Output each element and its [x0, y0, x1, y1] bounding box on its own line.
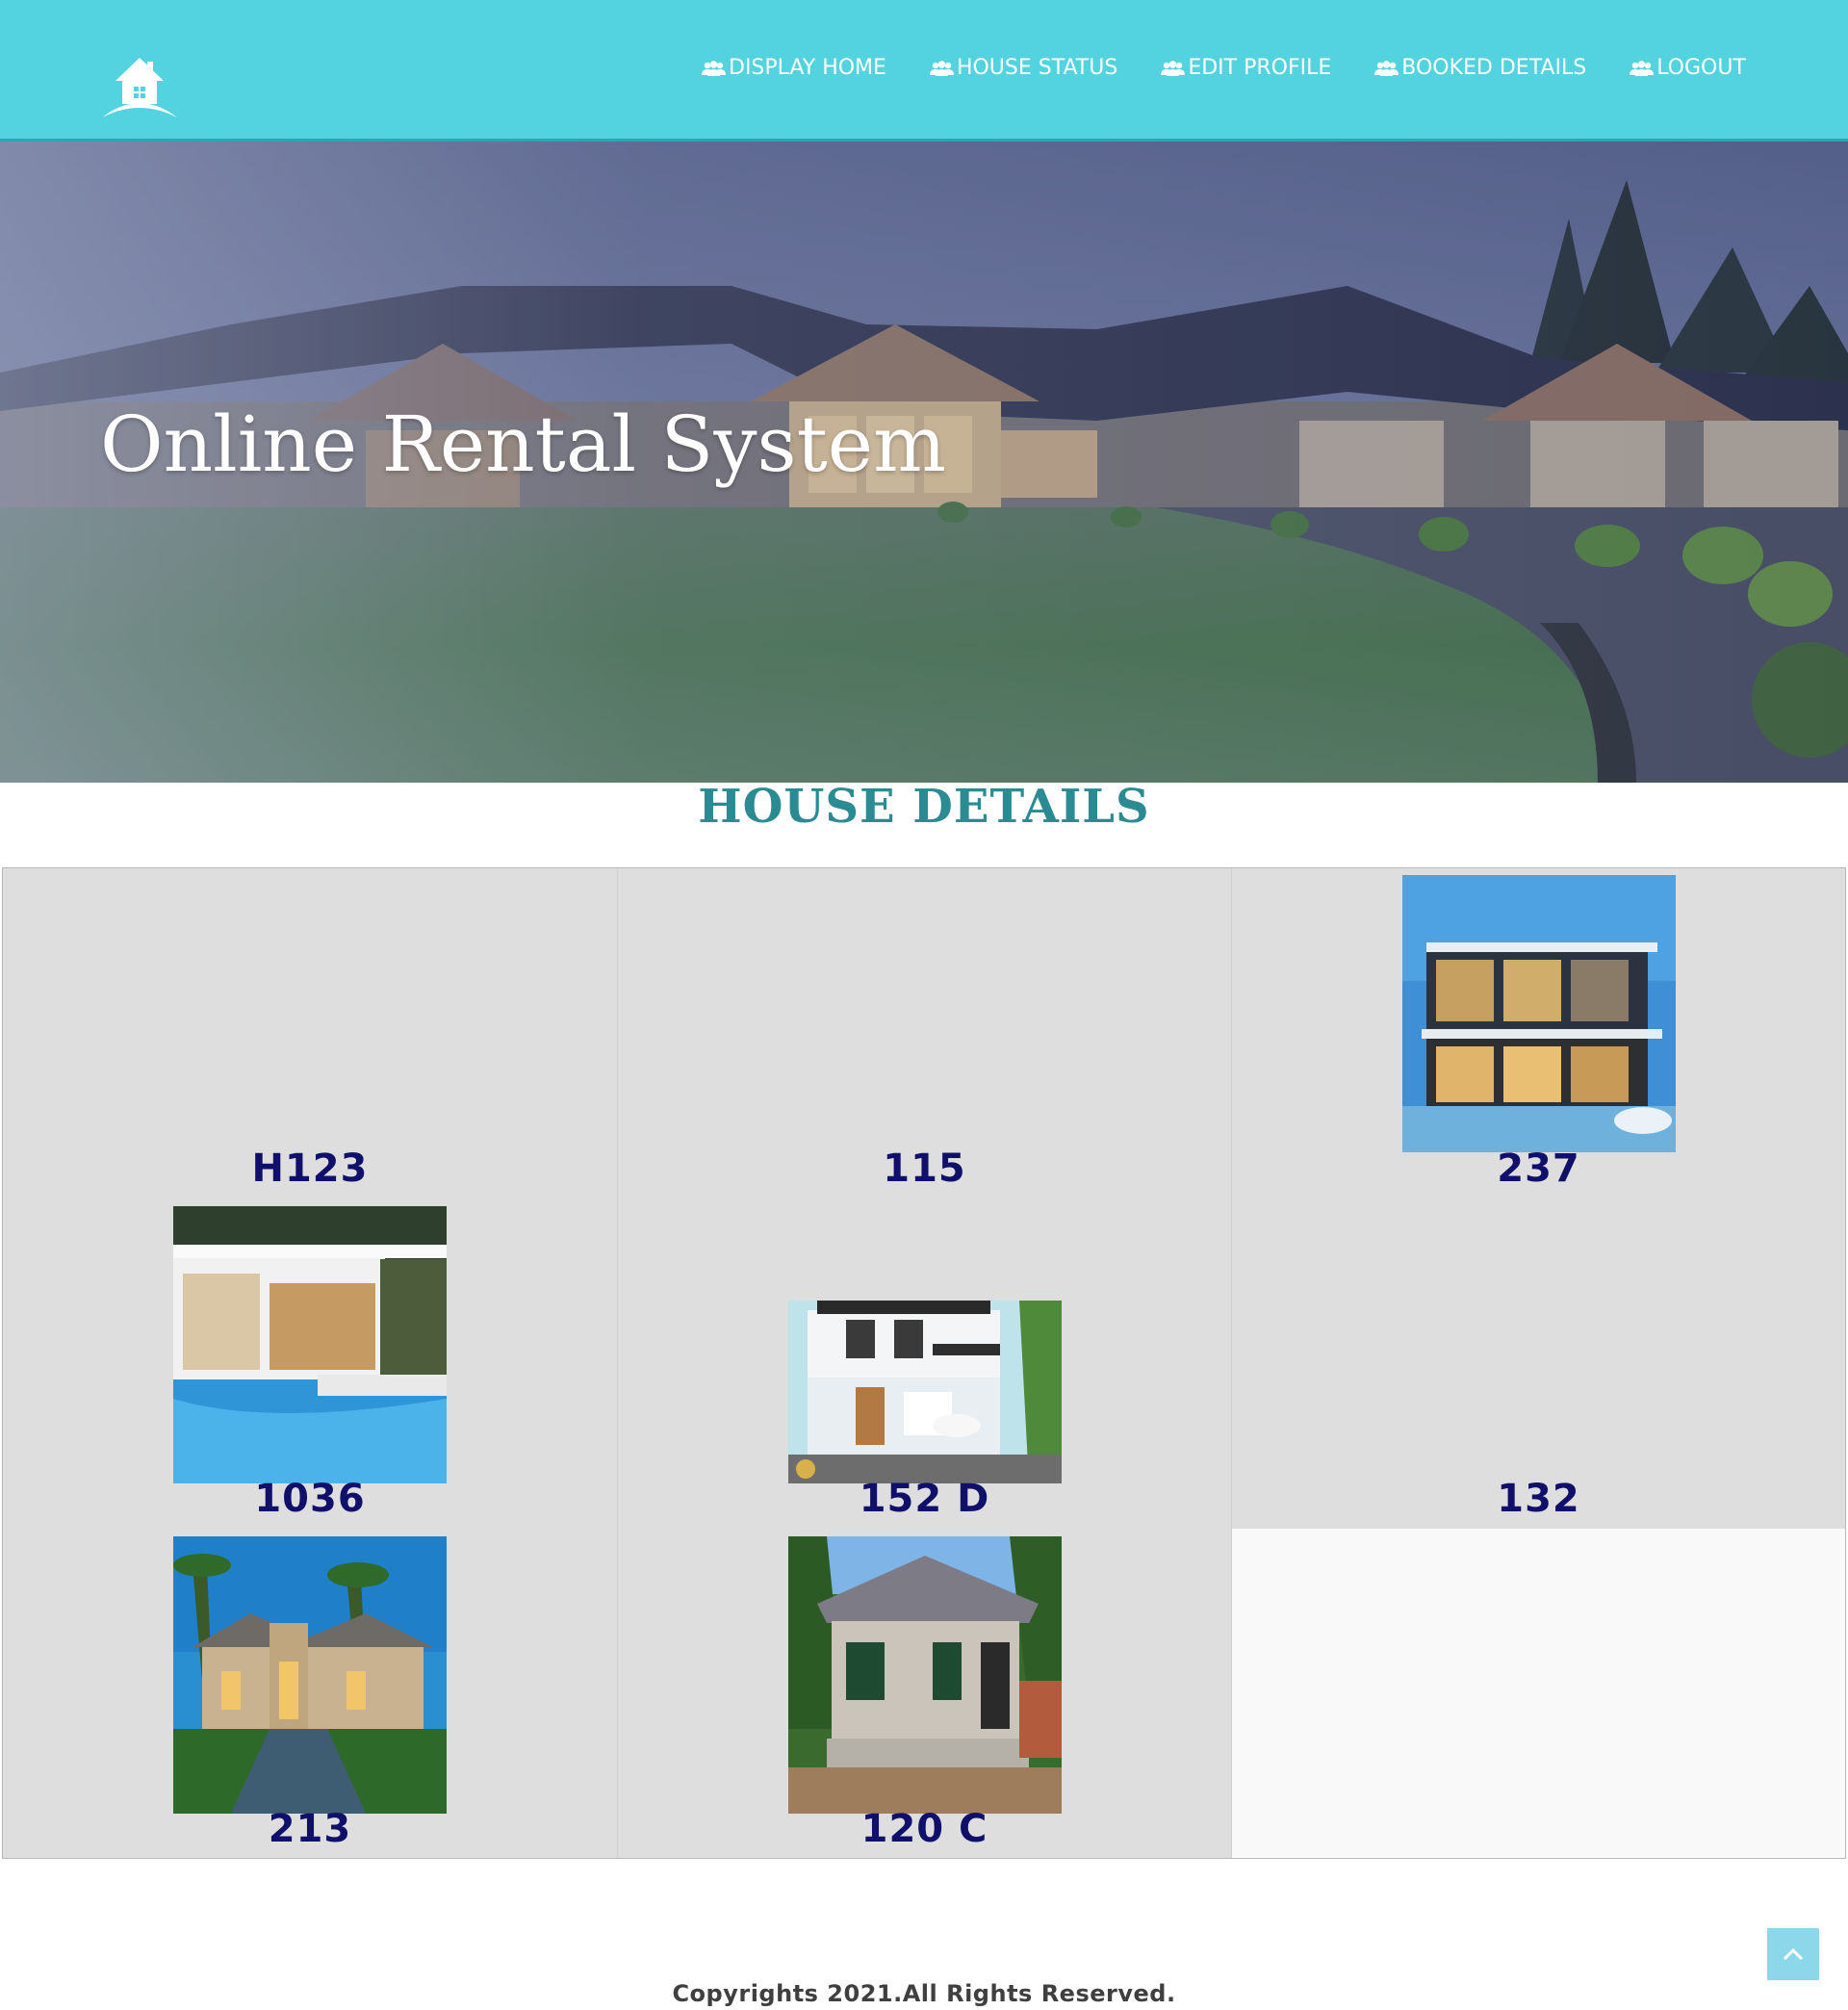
nav-display-home[interactable]: DISPLAY HOME [701, 56, 886, 80]
users-icon [1630, 60, 1655, 76]
section-heading: HOUSE DETAILS [698, 780, 1150, 834]
users-icon [702, 60, 726, 76]
hero-title: Online Rental System [100, 399, 946, 489]
users-icon [929, 60, 954, 76]
house-photo-pool [173, 1206, 447, 1483]
nav-label: BOOKED DETAILS [1401, 56, 1587, 80]
house-card[interactable]: H123 [3, 868, 617, 1198]
house-thumbnail[interactable] [1401, 875, 1676, 1152]
users-icon [1374, 60, 1399, 76]
house-card[interactable]: 237 [1232, 868, 1845, 1198]
house-code: 132 [1497, 1477, 1580, 1521]
grid-column: 237 132 [1232, 868, 1845, 1529]
grid-column: 115 152 D 120 C [618, 868, 1232, 1858]
house-photo-glass [1401, 875, 1676, 1152]
house-thumbnail[interactable] [787, 1536, 1062, 1814]
nav-booked-details[interactable]: BOOKED DETAILS [1373, 56, 1586, 80]
chevron-up-icon [1783, 1947, 1804, 1961]
house-card[interactable]: 115 [618, 868, 1231, 1198]
house-photo-villa [173, 1536, 447, 1814]
house-code: 120 C [860, 1807, 988, 1851]
nav-logout[interactable]: LOGOUT [1629, 56, 1746, 80]
nav-edit-profile[interactable]: EDIT PROFILE [1160, 56, 1331, 80]
house-code: 115 [883, 1147, 966, 1191]
house-card[interactable]: 152 D [618, 1198, 1231, 1529]
scroll-to-top-button[interactable] [1767, 1928, 1819, 1980]
house-thumbnail[interactable] [787, 1301, 1062, 1483]
nav-label: LOGOUT [1656, 56, 1746, 80]
house-thumbnail[interactable] [173, 1536, 447, 1814]
house-card[interactable]: 132 [1232, 1198, 1845, 1529]
nav-label: HOUSE STATUS [956, 56, 1118, 80]
house-thumbnail[interactable] [173, 1206, 447, 1483]
house-photo-modern [787, 1301, 1062, 1483]
house-card[interactable]: 120 C [618, 1529, 1231, 1859]
house-logo-icon[interactable] [100, 54, 179, 117]
main-nav: DISPLAY HOME HOUSE STATUS EDIT PROFILE B… [701, 56, 1746, 80]
house-code: 1036 [254, 1477, 366, 1521]
house-code: 213 [268, 1807, 352, 1851]
grid-column: H123 1036 213 [3, 868, 618, 1858]
hero-banner: Online Rental System [0, 142, 1848, 783]
users-icon [1161, 60, 1186, 76]
house-code: H123 [251, 1147, 369, 1191]
house-code: 152 D [859, 1477, 990, 1521]
nav-label: DISPLAY HOME [729, 56, 886, 80]
copyright-text: Copyrights 2021.All Rights Reserved. [672, 1980, 1176, 2007]
house-card[interactable]: 213 [3, 1529, 617, 1859]
house-card[interactable]: 1036 [3, 1198, 617, 1529]
house-photo-cottage [787, 1536, 1062, 1814]
nav-label: EDIT PROFILE [1188, 56, 1332, 80]
house-code: 237 [1497, 1147, 1580, 1191]
house-grid: H123 1036 213 115 152 D 120 C 237 132 [2, 867, 1846, 1859]
top-navbar: DISPLAY HOME HOUSE STATUS EDIT PROFILE B… [0, 0, 1848, 142]
nav-house-status[interactable]: HOUSE STATUS [929, 56, 1117, 80]
